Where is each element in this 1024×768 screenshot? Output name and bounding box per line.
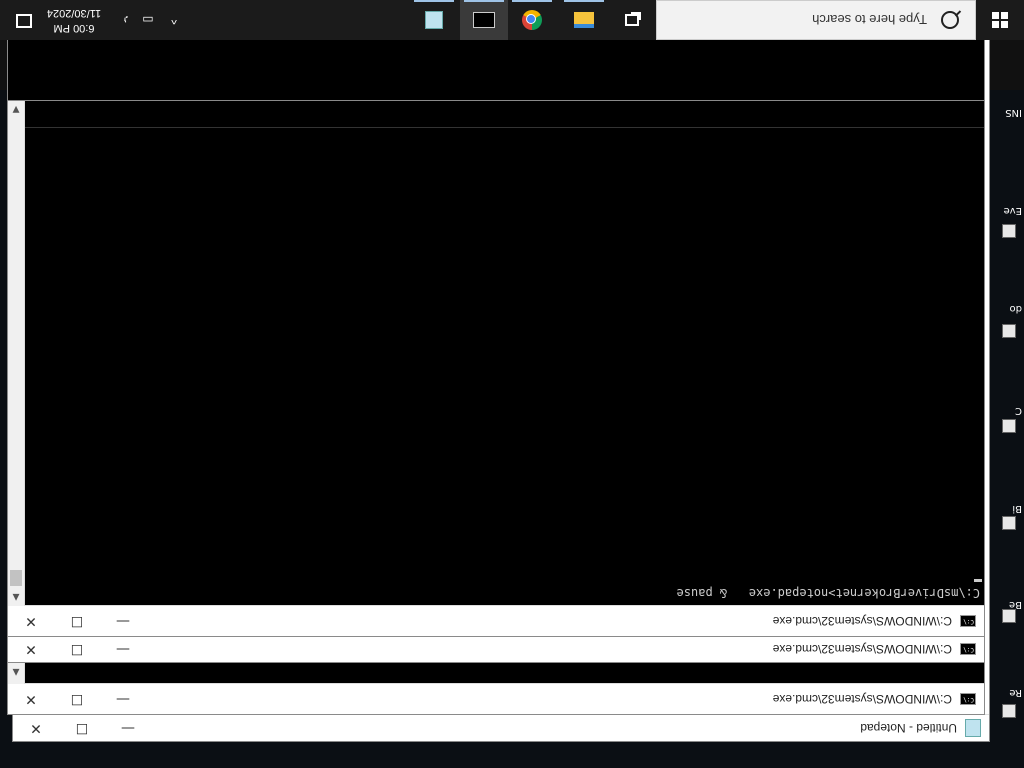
cmd1-scrollbar[interactable]: ▲ (8, 662, 25, 684)
cmd1-title: C:\WINDOWS\system32\cmd.exe (772, 692, 952, 706)
cmd1-titlebar[interactable]: C:\WINDOWS\system32\cmd.exe (8, 683, 984, 714)
file-explorer-button[interactable] (560, 0, 608, 40)
windows-logo-icon (992, 12, 1008, 28)
desktop-icon-label[interactable]: do (994, 303, 1022, 314)
task-view-button[interactable] (608, 0, 656, 40)
notepad-taskbar-button[interactable] (410, 0, 458, 40)
search-icon (941, 11, 959, 29)
close-button[interactable]: ✕ (13, 713, 59, 743)
notepad-title: Untitled - Notepad (860, 721, 957, 735)
taskbar: Type here to search ^ ▭ ♪ 6:00 PM 11/30/… (0, 0, 1024, 40)
minimize-button[interactable]: — (100, 684, 146, 714)
desktop-icon-label[interactable]: C (994, 405, 1022, 416)
cmd3-title: C:\WINDOWS\system32\cmd.exe (772, 614, 952, 628)
desktop-icon-label[interactable]: INS (994, 107, 1022, 118)
notepad-titlebar[interactable]: Untitled - Notepad (13, 714, 989, 741)
console-cursor (974, 579, 982, 582)
cmd3-scrollbar[interactable]: ▲ ▼ (8, 101, 25, 606)
scroll-up-arrow-icon[interactable]: ▲ (8, 589, 24, 606)
maximize-button[interactable]: ☐ (54, 606, 100, 636)
clock[interactable]: 6:00 PM 11/30/2024 (34, 0, 114, 40)
notepad-icon (425, 11, 443, 29)
running-indicator (464, 0, 504, 2)
maximize-button[interactable]: ☐ (54, 684, 100, 714)
task-view-icon (625, 14, 639, 26)
chrome-icon (522, 10, 542, 30)
running-indicator (564, 0, 604, 2)
desktop-icon-image[interactable] (1002, 324, 1016, 338)
console-bottom-edge (25, 101, 984, 128)
folder-icon (574, 12, 594, 28)
search-placeholder: Type here to search (812, 12, 927, 28)
command-prompt-button[interactable] (460, 0, 508, 40)
network-icon[interactable]: ▭ (138, 0, 158, 40)
minimize-button[interactable]: — (105, 713, 151, 743)
chevron-up-icon[interactable]: ^ (164, 0, 184, 40)
clock-time: 6:00 PM (53, 22, 95, 34)
cmd-window-2[interactable]: C:\WINDOWS\system32\cmd.exe — ☐ ✕ (7, 636, 985, 663)
scroll-thumb[interactable] (10, 570, 22, 586)
close-button[interactable]: ✕ (8, 636, 54, 662)
minimize-button[interactable]: — (100, 636, 146, 662)
desktop-icon-image[interactable] (1002, 224, 1016, 238)
cmd-icon (473, 12, 495, 28)
volume-icon[interactable]: ♪ (116, 0, 136, 40)
scroll-up-arrow-icon[interactable]: ▲ (8, 664, 24, 681)
maximize-button[interactable]: ☐ (54, 636, 100, 662)
console-line: C:\msDriverBrokernet>notepad.exe & pause (676, 586, 980, 600)
desktop-icon-image[interactable] (1002, 704, 1016, 718)
desktop-icon-label[interactable]: Re (994, 687, 1022, 698)
desktop-icon-label[interactable]: Be (994, 599, 1022, 610)
maximize-button[interactable]: ☐ (59, 713, 105, 743)
chrome-button[interactable] (508, 0, 556, 40)
search-box[interactable]: Type here to search (656, 0, 976, 40)
screen: Re Be Bi C do Eve INS Untitled - Notepad… (0, 0, 1024, 768)
cmd3-titlebar[interactable]: C:\WINDOWS\system32\cmd.exe (8, 605, 984, 636)
desktop-icon-label[interactable]: Eve (994, 205, 1022, 216)
running-indicator (512, 0, 552, 2)
desktop-icon-image[interactable] (1002, 419, 1016, 433)
notepad-icon (965, 719, 981, 737)
cmd-window-3[interactable]: C:\WINDOWS\system32\cmd.exe — ☐ ✕ C:\msD… (7, 100, 985, 637)
desktop-icon-label[interactable]: Bi (994, 503, 1022, 514)
desktop-icon-image[interactable] (1002, 609, 1016, 623)
close-button[interactable]: ✕ (8, 606, 54, 636)
start-button[interactable] (976, 0, 1024, 40)
cmd-icon (960, 615, 976, 627)
cmd-icon (960, 643, 976, 655)
cmd2-title: C:\WINDOWS\system32\cmd.exe (772, 642, 952, 656)
clock-date: 11/30/2024 (46, 7, 102, 19)
notification-center-icon[interactable] (12, 12, 34, 30)
desktop-icon-image[interactable] (1002, 516, 1016, 530)
close-button[interactable]: ✕ (8, 684, 54, 714)
cmd-icon (960, 693, 976, 705)
scroll-down-arrow-icon[interactable]: ▼ (8, 101, 24, 118)
cmd2-titlebar[interactable]: C:\WINDOWS\system32\cmd.exe (8, 636, 984, 662)
minimize-button[interactable]: — (100, 606, 146, 636)
running-indicator (414, 0, 454, 2)
